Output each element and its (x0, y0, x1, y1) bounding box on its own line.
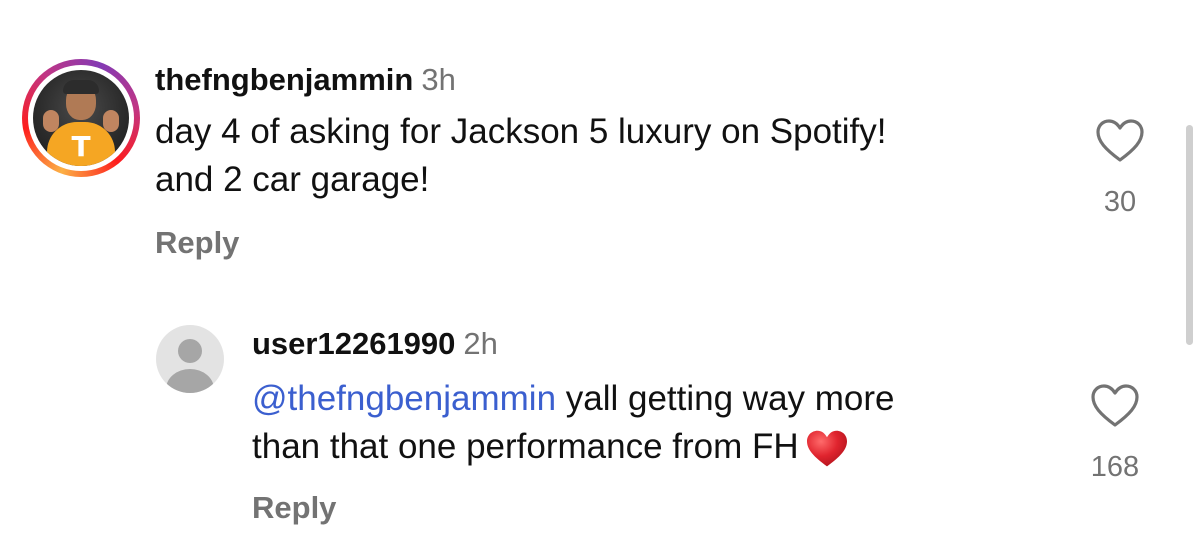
avatar-ring-gap: T (28, 65, 134, 171)
avatar-story-ring[interactable]: T (22, 59, 140, 177)
comment-text-segment: than that one performance from FH (252, 427, 799, 466)
comment-text-line: and 2 car garage! (155, 160, 430, 199)
mention-link[interactable]: @thefngbenjammin (252, 379, 556, 418)
timestamp: 3h (421, 62, 456, 97)
default-avatar-body (166, 369, 214, 393)
username[interactable]: user12261990 (252, 326, 455, 361)
scrollbar[interactable] (1186, 125, 1193, 345)
comment-header: user12261990 2h (252, 326, 498, 362)
default-avatar-head (178, 339, 202, 363)
like-group: 30 (1085, 118, 1155, 219)
reply-button[interactable]: Reply (155, 225, 239, 261)
comment-text-line: than that one performance from FH (252, 423, 895, 471)
comment-text-line: day 4 of asking for Jackson 5 luxury on … (155, 112, 887, 151)
comment-thefngbenjammin: T thefngbenjammin 3h day 4 of asking for … (0, 0, 1199, 290)
heart-outline-icon[interactable] (1090, 383, 1140, 429)
comment-text: day 4 of asking for Jackson 5 luxury on … (155, 108, 887, 204)
comment-user12261990: user12261990 2h @thefngbenjammin yall get… (0, 290, 1199, 542)
like-count: 30 (1103, 186, 1137, 218)
like-group: 168 (1080, 383, 1150, 484)
comment-text-line: @thefngbenjammin yall getting way more (252, 375, 895, 423)
comment-text-segment: yall getting way more (556, 379, 895, 418)
username[interactable]: thefngbenjammin (155, 62, 413, 97)
timestamp: 2h (463, 326, 498, 361)
like-count: 168 (1090, 451, 1140, 483)
red-heart-emoji (806, 430, 847, 467)
avatar-photo-logo: T (71, 130, 91, 163)
avatar-photo-thumb-right (103, 110, 119, 132)
reply-button[interactable]: Reply (252, 490, 336, 526)
avatar-photo-hat (63, 80, 99, 94)
heart-outline-icon[interactable] (1095, 118, 1145, 164)
comment-text: @thefngbenjammin yall getting way more t… (252, 375, 895, 471)
avatar[interactable] (156, 325, 224, 393)
avatar-photo-thumb-left (43, 110, 59, 132)
comment-header: thefngbenjammin 3h (155, 62, 456, 98)
avatar: T (33, 70, 129, 166)
